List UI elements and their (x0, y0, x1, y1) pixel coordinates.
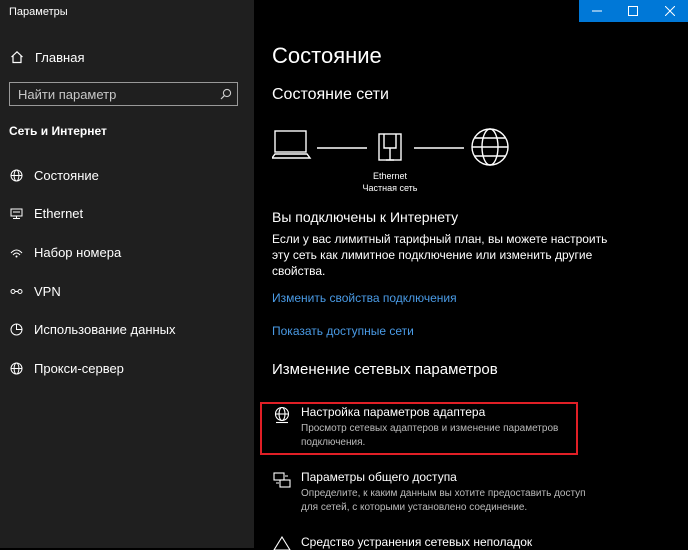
page-title: Состояние (272, 43, 382, 68)
sharing-options-option[interactable]: Параметры общего доступа Определите, к к… (272, 470, 602, 515)
globe-icon (471, 128, 509, 166)
option-title: Параметры общего доступа (301, 470, 457, 484)
nav-list: Состояние Ethernet Набор номера VPN Испо… (9, 156, 249, 388)
window-controls (579, 0, 688, 22)
sidebar-item-label: VPN (34, 283, 61, 299)
maximize-icon (628, 6, 639, 16)
globe-icon (9, 362, 23, 375)
sidebar: Параметры Главная Сеть и Интернет Состоя… (0, 0, 254, 548)
sidebar-item-label: Состояние (34, 167, 99, 183)
titlebar (254, 0, 579, 22)
sidebar-item-label: Использование данных (34, 322, 176, 338)
app-title: Параметры (9, 6, 68, 18)
nav-home-label: Главная (35, 49, 85, 65)
dialup-icon (9, 247, 23, 258)
sidebar-item-label: Прокси-сервер (34, 360, 124, 376)
section-title: Сеть и Интернет (9, 124, 107, 138)
ethernet-port-icon (378, 133, 402, 161)
nav-home[interactable]: Главная (9, 46, 84, 68)
minimize-button[interactable] (579, 0, 615, 22)
data-usage-icon (9, 323, 23, 336)
close-button[interactable] (652, 0, 688, 22)
adapter-caption: Ethernet Частная сеть (360, 170, 420, 194)
connected-description: Если у вас лимитный тарифный план, вы мо… (272, 232, 608, 278)
ethernet-icon (9, 208, 23, 220)
network-status-title: Состояние сети (272, 86, 389, 103)
show-available-networks-link[interactable]: Показать доступные сети (272, 324, 414, 338)
sidebar-item-proxy[interactable]: Прокси-сервер (9, 349, 249, 388)
minimize-icon (592, 10, 603, 12)
sidebar-item-vpn[interactable]: VPN (9, 272, 249, 311)
globe-icon (9, 169, 23, 182)
maximize-button[interactable] (615, 0, 651, 22)
search-box[interactable] (9, 82, 238, 106)
adapter-name: Ethernet (372, 171, 408, 181)
option-description: Определите, к каким данным вы хотите пре… (301, 488, 586, 513)
network-profile: Частная сеть (362, 183, 418, 193)
change-settings-title: Изменение сетевых параметров (272, 361, 498, 378)
search-input[interactable] (10, 83, 215, 105)
change-connection-properties-link[interactable]: Изменить свойства подключения (272, 291, 457, 305)
highlight-box (260, 402, 578, 455)
vpn-icon (9, 287, 23, 296)
sidebar-item-status[interactable]: Состояние (9, 156, 249, 195)
connected-title: Вы подключены к Интернету (272, 209, 459, 225)
sharing-icon (272, 470, 292, 515)
sidebar-item-ethernet[interactable]: Ethernet (9, 195, 249, 234)
laptop-icon (272, 130, 312, 159)
home-icon (9, 50, 25, 64)
search-icon[interactable] (215, 88, 237, 100)
sidebar-item-label: Ethernet (34, 206, 84, 222)
sidebar-item-data-usage[interactable]: Использование данных (9, 310, 249, 349)
close-icon (664, 6, 675, 16)
sidebar-item-label: Набор номера (34, 244, 122, 260)
sidebar-item-dialup[interactable]: Набор номера (9, 233, 249, 272)
